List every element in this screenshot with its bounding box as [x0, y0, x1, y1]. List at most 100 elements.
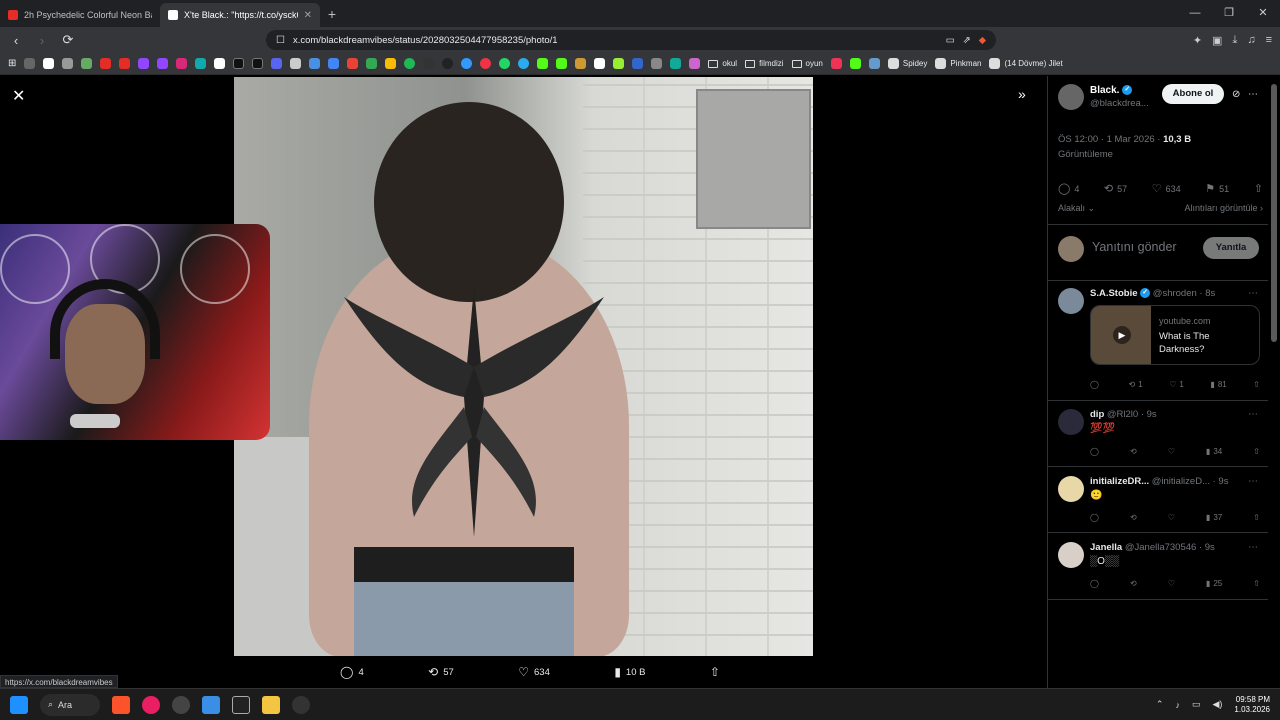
chevron-up-icon[interactable]: ⌃ — [1156, 699, 1164, 710]
display-icon[interactable]: ▭ — [1192, 699, 1201, 710]
close-window-icon[interactable]: ✕ — [1246, 0, 1280, 27]
avatar[interactable] — [1058, 476, 1084, 502]
heart-icon[interactable]: ♡ — [1168, 447, 1175, 456]
more-icon[interactable]: ⋯ — [1248, 409, 1258, 420]
back-icon[interactable]: ‹ — [8, 33, 24, 48]
avatar[interactable] — [1058, 84, 1084, 110]
taskbar-search[interactable]: ⌕ Ara — [40, 693, 100, 716]
scrollbar-thumb[interactable] — [1271, 84, 1277, 342]
more-icon[interactable]: ⋯ — [1248, 89, 1258, 100]
downloads-icon[interactable]: ⤓ — [1232, 34, 1237, 47]
apps-icon[interactable]: ⊞ — [8, 58, 16, 69]
bookmark-folder-okul[interactable]: okul — [708, 59, 737, 68]
more-icon[interactable]: ⋯ — [1248, 288, 1258, 299]
x-bookmark-icon[interactable] — [214, 58, 226, 69]
twitch-bookmark-icon[interactable] — [138, 58, 150, 69]
reply-button[interactable]: Yanıtla — [1203, 237, 1259, 259]
tab-youtube[interactable]: 2h Psychedelic Colorful Neon Backgr — [0, 3, 160, 27]
kick-bookmark-icon[interactable] — [537, 58, 549, 69]
avatar[interactable] — [1058, 288, 1084, 314]
avatar[interactable] — [1058, 542, 1084, 568]
like-action[interactable]: ♡ 634 — [518, 665, 550, 679]
bookmark-icon[interactable] — [594, 58, 606, 69]
reply-icon[interactable]: ◯ — [1090, 579, 1099, 588]
kick-bookmark-icon[interactable] — [849, 58, 861, 69]
volume-icon[interactable]: ◀) — [1212, 699, 1222, 710]
bookmark-icon[interactable] — [309, 58, 321, 69]
youtube-bookmark-icon[interactable] — [100, 58, 112, 69]
reload-icon[interactable]: ⟳ — [60, 32, 76, 48]
views-icon[interactable]: ▮ 25 — [1206, 579, 1222, 588]
tiktok-bookmark-icon[interactable] — [252, 58, 264, 69]
heart-icon[interactable]: ♡ 1 — [1169, 380, 1184, 389]
reply-icon[interactable]: ◯ — [1090, 447, 1099, 456]
share-icon[interactable]: ⇧ — [1253, 380, 1260, 389]
bookmark-icon[interactable] — [442, 58, 454, 69]
tiktok-bookmark-icon[interactable] — [233, 58, 245, 69]
retweet-action[interactable]: ⟲ 57 — [1104, 182, 1127, 195]
windows-start-icon[interactable] — [10, 695, 28, 714]
share-page-icon[interactable]: ⇗ — [963, 35, 971, 46]
menu-icon[interactable]: ≡ — [1266, 34, 1272, 47]
app-icon[interactable] — [232, 695, 250, 714]
reply-icon[interactable]: ◯ — [1090, 513, 1099, 522]
app-icon[interactable] — [292, 695, 310, 714]
views-icon[interactable]: ▮ 37 — [1206, 513, 1222, 522]
more-icon[interactable]: ⋯ — [1248, 476, 1258, 487]
media-icon[interactable]: ♫ — [1247, 34, 1255, 47]
bookmark-page-icon[interactable]: ☐ — [276, 35, 285, 46]
retweet-icon[interactable]: ⟲ — [1130, 579, 1137, 588]
retweet-action[interactable]: ⟲ 57 — [428, 665, 454, 679]
bookmark-icon[interactable] — [868, 58, 880, 69]
bookmark-icon[interactable] — [385, 58, 397, 69]
bookmark-icon[interactable] — [290, 58, 302, 69]
translate-bookmark-icon[interactable] — [328, 58, 340, 69]
new-tab-button[interactable]: + — [320, 3, 344, 27]
bookmark-jilet[interactable]: (14 Dövme) Jilet — [989, 58, 1063, 69]
close-icon[interactable]: ✕ — [12, 86, 25, 106]
kick-bookmark-icon[interactable] — [556, 58, 568, 69]
whatsapp-bookmark-icon[interactable] — [499, 58, 511, 69]
retweet-icon[interactable]: ⟲ — [1130, 447, 1137, 456]
share-icon[interactable]: ⇧ — [1253, 447, 1260, 456]
share-action[interactable]: ⇧ — [710, 665, 720, 679]
discord-bookmark-icon[interactable] — [271, 58, 283, 69]
bookmark-icon[interactable] — [670, 58, 682, 69]
cast-icon[interactable]: ▭ — [946, 35, 955, 46]
collapse-sidebar-icon[interactable]: » — [1018, 86, 1026, 102]
twitch-bookmark-icon[interactable] — [157, 58, 169, 69]
bookmark-icon[interactable] — [195, 58, 207, 69]
bookmark-icon[interactable] — [423, 58, 435, 69]
bookmark-action[interactable]: ⚑ 51 — [1205, 182, 1229, 195]
forward-icon[interactable]: › — [34, 33, 50, 48]
views-icon[interactable]: ▮ 34 — [1206, 447, 1222, 456]
share-action[interactable]: ⇧ — [1254, 182, 1263, 195]
tab-x-post[interactable]: X'te Black.: "https://t.co/ysck6l9... ✕ — [160, 3, 320, 27]
gmail-bookmark-icon[interactable] — [347, 58, 359, 69]
reply-icon[interactable]: ◯ — [1090, 380, 1102, 389]
sort-dropdown[interactable]: Alakalı ⌄ — [1058, 203, 1095, 214]
bookmark-icon[interactable] — [62, 58, 74, 69]
views-icon[interactable]: ▮ 81 — [1210, 380, 1226, 389]
youtube-bookmark-icon[interactable] — [119, 58, 131, 69]
author-name[interactable]: Black. ✓ — [1090, 85, 1133, 96]
mic-icon[interactable]: ♪ — [1175, 700, 1180, 710]
post-photo[interactable] — [234, 77, 813, 656]
views-action[interactable]: ▮ 10 B — [614, 665, 645, 679]
link-card[interactable]: ▶ youtube.com What is The Darkness? — [1090, 305, 1260, 365]
bookmark-folder-filmdizi[interactable]: filmdizi — [745, 59, 784, 68]
maximize-icon[interactable]: ❐ — [1212, 0, 1246, 27]
brave-shield-icon[interactable]: ◆ — [979, 35, 986, 46]
app-icon[interactable] — [172, 695, 190, 714]
bookmark-icon[interactable] — [81, 58, 93, 69]
drive-bookmark-icon[interactable] — [366, 58, 378, 69]
spotify-bookmark-icon[interactable] — [404, 58, 416, 69]
subscribe-button[interactable]: Abone ol — [1162, 84, 1224, 104]
like-action[interactable]: ♡ 634 — [1152, 182, 1181, 195]
file-explorer-icon[interactable] — [262, 695, 280, 714]
bookmark-pinkman[interactable]: Pinkman — [935, 58, 981, 69]
scrollbar[interactable] — [1268, 76, 1280, 688]
avatar[interactable] — [1058, 409, 1084, 435]
brave-icon[interactable] — [112, 695, 130, 714]
bookmark-folder-oyun[interactable]: oyun — [791, 59, 823, 68]
